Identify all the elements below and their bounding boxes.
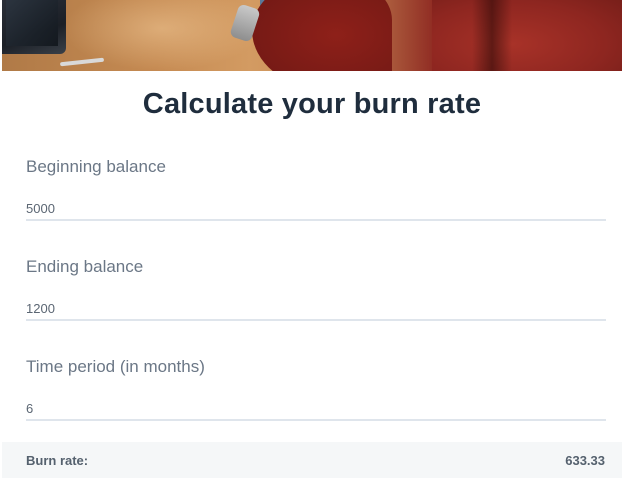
hero-image [2,0,622,71]
beginning-balance-label: Beginning balance [26,157,166,176]
ending-balance-underline [26,319,606,321]
ending-balance-input[interactable] [26,297,606,319]
laptop-shape [2,0,66,54]
laptop-screen-shape [6,0,58,46]
red-shirt-shape [432,0,622,71]
burn-rate-label: Burn rate: [26,453,89,468]
time-period-input[interactable] [26,397,606,419]
burn-rate-result-bar: Burn rate: 633.33 [2,442,622,478]
time-period-underline [26,419,606,421]
burn-rate-value: 633.33 [565,453,605,468]
beginning-balance-field: Beginning balance [26,157,606,221]
ending-balance-field: Ending balance [26,257,606,321]
page-title: Calculate your burn rate [142,88,482,120]
red-sleeve-shape [252,0,392,71]
time-period-label: Time period (in months) [26,357,205,376]
shirt-fold-shape [472,0,512,71]
time-period-field: Time period (in months) [26,357,606,421]
burn-rate-calculator: Calculate your burn rate Beginning balan… [0,0,624,481]
beginning-balance-input[interactable] [26,197,606,219]
beginning-balance-underline [26,219,606,221]
ending-balance-label: Ending balance [26,257,144,276]
